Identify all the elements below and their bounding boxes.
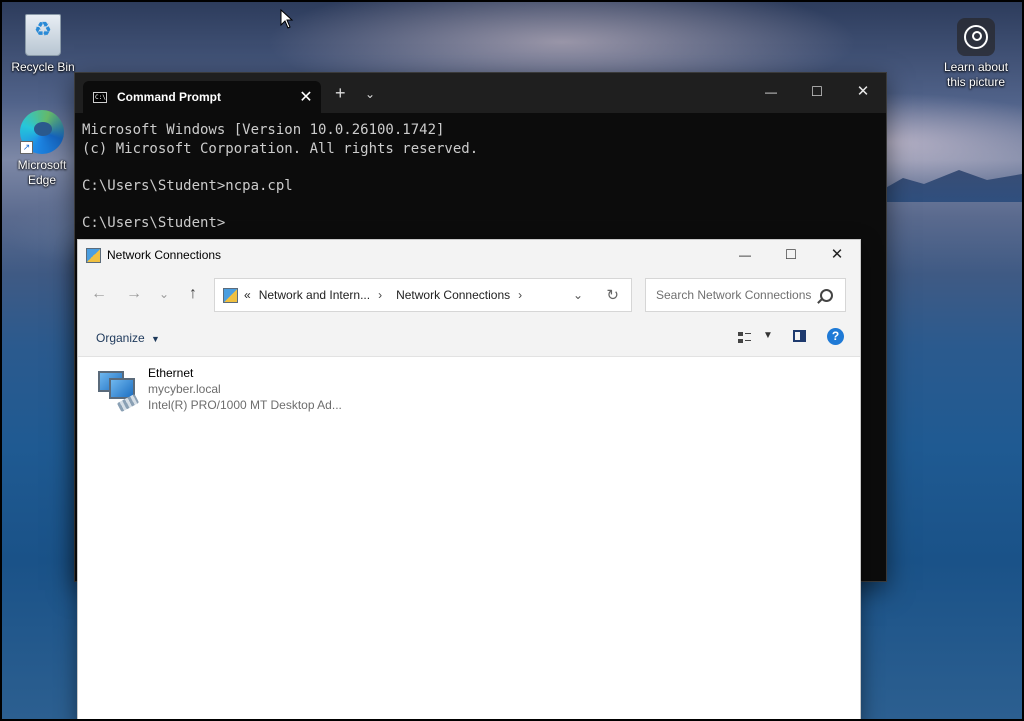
breadcrumb-network-and-internet[interactable]: Network and Intern... bbox=[259, 288, 370, 302]
network-connections-icon bbox=[86, 247, 101, 263]
address-bar[interactable]: « Network and Intern... › Network Connec… bbox=[214, 278, 632, 312]
caret-down-icon: ▼ bbox=[151, 334, 160, 344]
change-view-icon[interactable] bbox=[738, 331, 752, 345]
connection-details: Ethernet mycyber.local Intel(R) PRO/1000… bbox=[148, 365, 342, 413]
console-line: C:\Users\Student> bbox=[82, 214, 226, 231]
nc-maximize-button[interactable]: □ bbox=[768, 240, 814, 270]
console-line: Microsoft Windows [Version 10.0.26100.17… bbox=[82, 122, 445, 138]
connections-list[interactable]: Ethernet mycyber.local Intel(R) PRO/1000… bbox=[78, 357, 860, 719]
refresh-icon[interactable]: ↻ bbox=[606, 286, 619, 304]
cmd-maximize-button[interactable]: □ bbox=[794, 73, 840, 111]
learn-about-picture-label: Learn about this picture bbox=[943, 60, 1009, 89]
preview-pane-icon[interactable] bbox=[793, 330, 806, 342]
help-icon[interactable]: ? bbox=[827, 328, 844, 345]
recycle-bin-shortcut[interactable]: Recycle Bin bbox=[3, 14, 83, 75]
nc-window-title: Network Connections bbox=[107, 248, 222, 262]
nc-minimize-button[interactable]: — bbox=[722, 240, 768, 270]
learn-about-picture-shortcut[interactable]: Learn about this picture bbox=[934, 18, 1018, 90]
learn-about-picture-icon bbox=[957, 18, 995, 56]
breadcrumb-chevron-right-icon[interactable]: › bbox=[378, 288, 382, 302]
recent-locations-chevron-icon[interactable]: ⌄ bbox=[152, 282, 176, 306]
mouse-cursor-icon bbox=[280, 9, 294, 29]
wallpaper-mountains bbox=[882, 170, 1022, 202]
cmd-minimize-button[interactable]: — bbox=[748, 73, 794, 111]
desktop: Recycle Bin ↗ Microsoft Edge Learn about… bbox=[0, 0, 1024, 721]
tab-dropdown-chevron-icon[interactable]: ⌄ bbox=[365, 87, 375, 101]
cmd-tab-title: Command Prompt bbox=[117, 90, 222, 104]
console-line: C:\Users\Student>ncpa.cpl bbox=[82, 177, 293, 194]
search-icon[interactable] bbox=[820, 288, 833, 302]
edge-label: Microsoft Edge bbox=[17, 158, 67, 187]
nc-close-button[interactable]: ✕ bbox=[814, 240, 860, 270]
search-input[interactable] bbox=[654, 287, 818, 303]
connection-adapter: Intel(R) PRO/1000 MT Desktop Ad... bbox=[148, 398, 342, 412]
breadcrumb-network-connections[interactable]: Network Connections bbox=[396, 288, 510, 302]
connection-name: Ethernet bbox=[148, 366, 194, 380]
connection-network: mycyber.local bbox=[148, 382, 221, 396]
cmd-close-button[interactable]: ✕ bbox=[840, 73, 886, 111]
address-history-chevron-icon[interactable]: ⌄ bbox=[573, 288, 583, 302]
shortcut-arrow-icon: ↗ bbox=[20, 141, 33, 154]
network-adapter-icon bbox=[96, 367, 140, 413]
organize-label: Organize bbox=[96, 331, 145, 345]
breadcrumb-overflow[interactable]: « bbox=[244, 288, 251, 302]
up-button[interactable]: ↑ bbox=[181, 282, 205, 306]
search-box[interactable] bbox=[645, 278, 846, 312]
view-options-caret-icon[interactable]: ▼ bbox=[763, 330, 773, 341]
back-button[interactable]: ← bbox=[87, 282, 111, 306]
control-panel-icon bbox=[223, 287, 238, 303]
tab-command-prompt[interactable]: C:\ Command Prompt ✕ bbox=[83, 81, 321, 113]
close-tab-icon[interactable]: ✕ bbox=[291, 87, 321, 107]
network-connections-window[interactable]: Network Connections — □ ✕ ← → ⌄ ↑ « Netw… bbox=[77, 239, 861, 719]
organize-menu-button[interactable]: Organize ▼ bbox=[96, 331, 160, 345]
nc-titlebar[interactable]: Network Connections — □ ✕ bbox=[78, 240, 860, 270]
recycle-bin-label: Recycle Bin bbox=[11, 60, 75, 74]
nc-navigation-bar: ← → ⌄ ↑ « Network and Intern... › Networ… bbox=[78, 270, 860, 320]
edge-icon: ↗ bbox=[20, 110, 64, 154]
cmd-app-icon: C:\ bbox=[93, 91, 107, 103]
console-line: (c) Microsoft Corporation. All rights re… bbox=[82, 140, 479, 157]
breadcrumb-chevron-right-icon[interactable]: › bbox=[518, 288, 522, 302]
forward-button[interactable]: → bbox=[122, 282, 146, 306]
recycle-bin-icon bbox=[25, 14, 61, 56]
cmd-console-output[interactable]: Microsoft Windows [Version 10.0.26100.17… bbox=[75, 113, 886, 240]
cmd-titlebar[interactable]: C:\ Command Prompt ✕ + ⌄ — □ ✕ bbox=[75, 73, 886, 113]
nc-command-bar: Organize ▼ ▼ ? bbox=[78, 320, 860, 357]
connection-item-ethernet[interactable]: Ethernet mycyber.local Intel(R) PRO/1000… bbox=[94, 365, 364, 417]
new-tab-button[interactable]: + bbox=[335, 83, 346, 104]
edge-shortcut[interactable]: ↗ Microsoft Edge bbox=[3, 110, 81, 188]
